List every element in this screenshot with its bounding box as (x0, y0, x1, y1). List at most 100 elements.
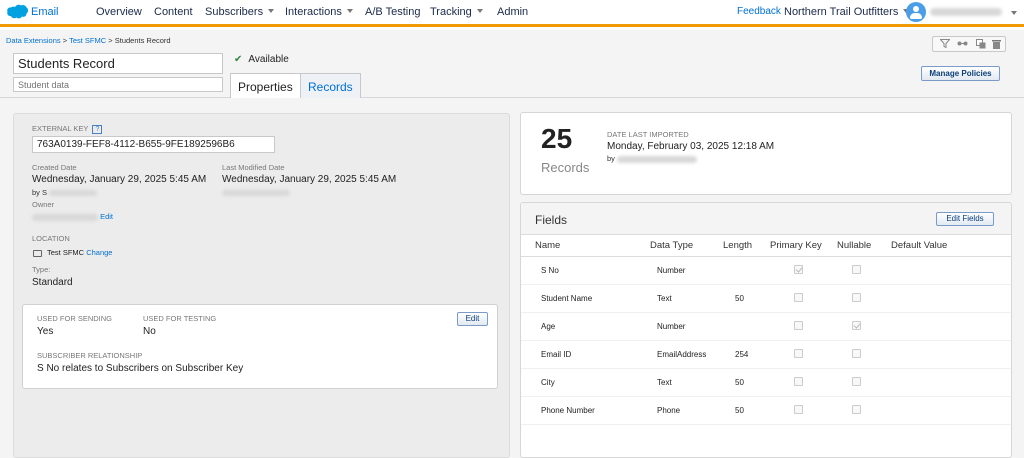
field-type: Number (657, 266, 686, 275)
used-for-sending-label: USED FOR SENDING (37, 314, 113, 323)
top-nav: Email Overview Content Subscribers Inter… (0, 0, 1024, 27)
table-row[interactable]: Student Name Text 50 (521, 285, 1011, 313)
edit-sending-button[interactable]: Edit (457, 312, 488, 326)
chevron-down-icon (476, 9, 483, 13)
salesforce-cloud-icon[interactable] (6, 4, 28, 20)
field-type: EmailAddress (657, 350, 707, 359)
trash-icon[interactable] (991, 39, 1002, 49)
nullable-checkbox[interactable] (852, 321, 861, 330)
date-last-imported-label: DATE LAST IMPORTED (607, 130, 689, 139)
folder-icon (33, 250, 42, 257)
nav-content[interactable]: Content (154, 6, 193, 18)
nav-tracking[interactable]: Tracking (430, 6, 483, 18)
column-default-value[interactable]: Default Value (891, 240, 947, 251)
fields-title: Fields (535, 213, 568, 227)
primary-key-checkbox[interactable] (794, 377, 803, 386)
org-switcher[interactable]: Northern Trail Outfitters (784, 6, 910, 18)
field-name: City (541, 378, 555, 387)
chevron-down-icon[interactable] (1011, 11, 1017, 15)
imported-by: by (607, 154, 698, 163)
page-header: Data Extensions > Test SFMC > Students R… (0, 30, 1024, 99)
breadcrumb-test-sfmc[interactable]: Test SFMC (69, 36, 106, 45)
nullable-checkbox[interactable] (852, 293, 861, 302)
external-key-field[interactable]: 763A0139-FEF8-4112-B655-9FE1892596B6 (32, 136, 275, 153)
help-icon[interactable]: ? (92, 125, 103, 134)
table-row[interactable]: City Text 50 (521, 369, 1011, 397)
subscriber-relationship-value: S No relates to Subscribers on Subscribe… (37, 363, 244, 374)
status-badge: ✔ Available (234, 54, 289, 65)
table-row[interactable]: Phone Number Phone 50 (521, 397, 1011, 425)
nav-label: Overview (96, 6, 142, 18)
nullable-checkbox[interactable] (852, 405, 861, 414)
org-name: Northern Trail Outfitters (784, 6, 899, 18)
owner-value: Edit (32, 212, 113, 221)
field-length: 254 (735, 350, 749, 359)
nullable-checkbox[interactable] (852, 265, 861, 274)
table-row[interactable]: Email ID EmailAddress 254 (521, 341, 1011, 369)
nav-interactions[interactable]: Interactions (285, 6, 353, 18)
filter-icon[interactable] (938, 39, 951, 49)
field-type: Text (657, 378, 672, 387)
owner-edit-link[interactable]: Edit (100, 212, 113, 221)
modified-date-label: Last Modified Date (222, 163, 285, 172)
breadcrumb-separator: > (62, 36, 68, 45)
feedback-link[interactable]: Feedback (737, 6, 781, 17)
primary-key-checkbox[interactable] (794, 293, 803, 302)
primary-key-checkbox[interactable] (794, 265, 803, 274)
nav-label: Interactions (285, 6, 342, 18)
status-label: Available (248, 54, 289, 65)
edit-fields-button[interactable]: Edit Fields (936, 212, 994, 226)
user-name-redacted[interactable] (930, 8, 1002, 16)
location-label: LOCATION (32, 234, 70, 243)
table-row[interactable]: S No Number (521, 257, 1011, 285)
manage-policies-button[interactable]: Manage Policies (921, 66, 1000, 81)
nav-overview[interactable]: Overview (96, 6, 142, 18)
field-name: Email ID (541, 350, 572, 359)
column-name[interactable]: Name (535, 240, 560, 251)
app-name[interactable]: Email (31, 6, 59, 18)
column-length[interactable]: Length (723, 240, 752, 251)
field-name: S No (541, 266, 559, 275)
avatar[interactable] (906, 2, 926, 22)
imported-by-prefix: by (607, 154, 615, 163)
name-input[interactable] (13, 53, 223, 74)
modified-by (222, 188, 290, 197)
external-key-label-text: EXTERNAL KEY (32, 124, 89, 133)
breadcrumb-data-extensions[interactable]: Data Extensions (6, 36, 61, 45)
breadcrumb-separator: > (108, 36, 113, 45)
primary-key-checkbox[interactable] (794, 405, 803, 414)
tab-properties[interactable]: Properties (230, 73, 301, 99)
field-type: Text (657, 294, 672, 303)
check-icon: ✔ (234, 54, 243, 65)
location-value: Test SFMC Change (47, 248, 112, 257)
chevron-down-icon (346, 9, 353, 13)
column-data-type[interactable]: Data Type (650, 240, 693, 251)
copy-icon[interactable] (975, 39, 986, 49)
fields-header: Fields Edit Fields (521, 203, 1011, 235)
description-input[interactable] (13, 77, 223, 92)
date-last-imported: Monday, February 03, 2025 12:18 AM (607, 141, 775, 152)
column-primary-key[interactable]: Primary Key (770, 240, 822, 251)
nav-label: Tracking (430, 6, 472, 18)
nav-admin[interactable]: Admin (497, 6, 528, 18)
breadcrumb: Data Extensions > Test SFMC > Students R… (6, 36, 171, 45)
created-by: by S (32, 188, 98, 197)
tab-records[interactable]: Records (300, 73, 361, 99)
primary-key-checkbox[interactable] (794, 349, 803, 358)
nav-label: A/B Testing (365, 6, 421, 18)
properties-panel: EXTERNAL KEY? 763A0139-FEF8-4112-B655-9F… (13, 113, 510, 458)
nav-ab-testing[interactable]: A/B Testing (365, 6, 420, 18)
nav-label: Subscribers (205, 6, 264, 18)
location-change-link[interactable]: Change (86, 248, 112, 257)
link-icon[interactable] (957, 39, 968, 49)
subscriber-relationship-label: SUBSCRIBER RELATIONSHIP (37, 351, 143, 360)
primary-key-checkbox[interactable] (794, 321, 803, 330)
nav-subscribers[interactable]: Subscribers (205, 6, 275, 18)
nullable-checkbox[interactable] (852, 377, 861, 386)
nullable-checkbox[interactable] (852, 349, 861, 358)
table-row[interactable]: Age Number (521, 313, 1011, 341)
field-name: Phone Number (541, 406, 595, 415)
column-nullable[interactable]: Nullable (837, 240, 871, 251)
chevron-down-icon (268, 9, 275, 13)
nav-label: Admin (497, 6, 529, 18)
